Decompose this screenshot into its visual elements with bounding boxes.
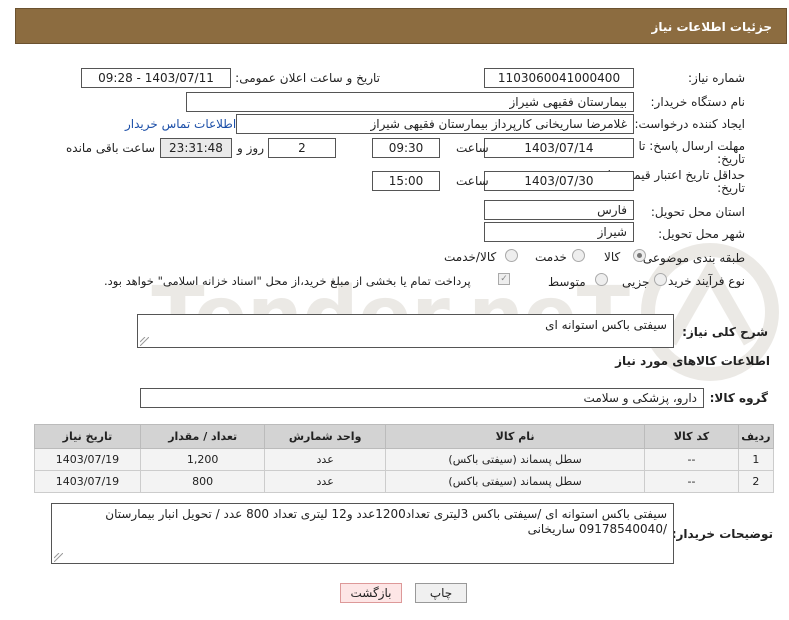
city-field: شیراز: [484, 222, 634, 242]
process-minor-radio[interactable]: [654, 273, 667, 286]
validity-time-field: 15:00: [372, 171, 440, 191]
cell-row: 1: [737, 448, 775, 471]
summary-text: سیفتی باکس استوانه ای: [545, 318, 667, 332]
items-header-row: ردیف کد کالا نام کالا واحد شمارش تعداد /…: [34, 424, 775, 449]
resize-grip-icon[interactable]: [54, 553, 63, 562]
province-label: استان محل تحویل:: [650, 205, 745, 219]
cell-row: 2: [737, 470, 775, 493]
requester-field: غلامرضا ساریخانی کارپرداز بیمارستان فقیه…: [236, 114, 634, 134]
goods-group-field: دارو، پزشکی و سلامت: [140, 388, 704, 408]
remaining-time-field: 23:31:48: [160, 138, 232, 158]
category-goods-radio[interactable]: [633, 249, 646, 262]
day-and-label: روز و: [237, 141, 264, 155]
col-qty-header: تعداد / مقدار: [139, 424, 266, 449]
validity-hour-label: ساعت: [456, 174, 489, 188]
validity-label-date: تاریخ:: [717, 181, 745, 195]
items-table: ردیف کد کالا نام کالا واحد شمارش تعداد /…: [34, 424, 775, 493]
deadline-hour-label: ساعت: [456, 141, 489, 155]
cell-qty: 1,200: [139, 448, 266, 471]
province-field: فارس: [484, 200, 634, 220]
cell-code: --: [644, 448, 739, 471]
deadline-date-field: 1403/07/14: [484, 138, 634, 158]
category-goods-label: کالا: [604, 250, 621, 264]
process-label: نوع فرآیند خرید :: [660, 274, 745, 288]
table-row: 2 -- سطل پسماند (سیفتی باکس) عدد 800 140…: [34, 470, 775, 493]
print-button[interactable]: چاپ: [415, 583, 467, 603]
remaining-label: ساعت باقی مانده: [66, 141, 156, 155]
goods-group-label: گروه کالا:: [709, 391, 768, 405]
cell-unit: عدد: [264, 448, 386, 471]
header-panel: جزئیات اطلاعات نیاز: [15, 8, 787, 44]
announce-label: تاریخ و ساعت اعلان عمومی:: [235, 71, 380, 85]
resize-grip-icon[interactable]: [140, 337, 149, 346]
col-unit-header: واحد شمارش: [264, 424, 386, 449]
deadline-label-date: تاریخ:: [717, 152, 745, 166]
days-remaining-field: 2: [268, 138, 336, 158]
cell-date: 1403/07/19: [34, 448, 141, 471]
summary-field: سیفتی باکس استوانه ای: [137, 314, 674, 348]
cell-unit: عدد: [264, 470, 386, 493]
col-date-header: تاریخ نیاز: [34, 424, 141, 449]
category-service-radio[interactable]: [572, 249, 585, 262]
col-row-header: ردیف: [737, 424, 775, 449]
category-service-label: خدمت: [535, 250, 567, 264]
buyer-notes-text: سیفتی باکس استوانه ای /سیفتی باکس 3لیتری…: [105, 507, 667, 536]
payment-note: پرداخت تمام یا بخشی از مبلغ خرید،از محل …: [104, 274, 471, 288]
col-code-header: کد کالا: [644, 424, 739, 449]
cell-name: سطل پسماند (سیفتی باکس): [384, 470, 646, 493]
validity-date-field: 1403/07/30: [484, 171, 634, 191]
process-medium-label: متوسط: [548, 275, 586, 289]
announce-datetime-field: 1403/07/11 - 09:28: [81, 68, 231, 88]
summary-label: شرح کلی نیاز:: [682, 325, 768, 339]
buyer-contact-link[interactable]: اطلاعات تماس خریدار: [125, 117, 236, 131]
buyer-notes-label: توضیحات خریدار:: [671, 527, 773, 541]
deadline-label: مهلت ارسال پاسخ: تا: [638, 139, 745, 153]
process-minor-label: جزیی: [622, 275, 650, 289]
cell-code: --: [644, 470, 739, 493]
need-number-label: شماره نیاز:: [688, 71, 745, 85]
buyer-org-label: نام دستگاه خریدار:: [650, 95, 746, 109]
city-label: شهر محل تحویل:: [658, 227, 745, 241]
requester-label: ایجاد کننده درخواست:: [634, 117, 745, 131]
buyer-org-field: بیمارستان فقیهی شیراز: [186, 92, 634, 112]
category-goods-service-radio[interactable]: [505, 249, 518, 262]
cell-qty: 800: [139, 470, 266, 493]
category-goods-service-label: کالا/خدمت: [444, 250, 497, 264]
buyer-notes-field: سیفتی باکس استوانه ای /سیفتی باکس 3لیتری…: [51, 503, 674, 564]
process-medium-radio[interactable]: [595, 273, 608, 286]
back-button[interactable]: بازگشت: [340, 583, 402, 603]
col-name-header: نام کالا: [384, 424, 646, 449]
page-title: جزئیات اطلاعات نیاز: [651, 20, 772, 34]
category-label: طبقه بندی موضوعی:: [638, 251, 745, 265]
need-number-field: 1103060041000400: [484, 68, 634, 88]
table-row: 1 -- سطل پسماند (سیفتی باکس) عدد 1,200 1…: [34, 448, 775, 471]
treasury-checkbox[interactable]: ✓: [498, 273, 510, 285]
items-section-title: اطلاعات کالاهای مورد نیاز: [615, 354, 770, 368]
cell-date: 1403/07/19: [34, 470, 141, 493]
cell-name: سطل پسماند (سیفتی باکس): [384, 448, 646, 471]
deadline-time-field: 09:30: [372, 138, 440, 158]
